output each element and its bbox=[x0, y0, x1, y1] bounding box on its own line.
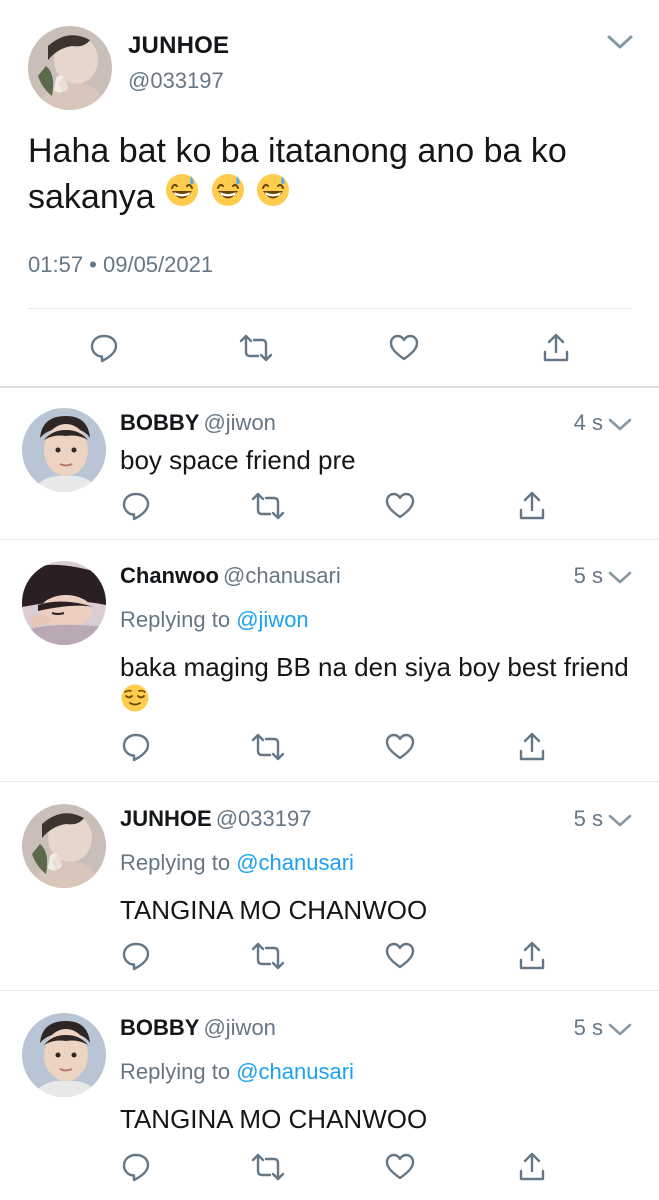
like-icon[interactable] bbox=[382, 1149, 418, 1185]
replying-to: Replying to @chanusari bbox=[120, 1059, 354, 1085]
share-icon[interactable] bbox=[514, 1149, 550, 1185]
reply-text: TANGINA MO CHANWOO bbox=[120, 1104, 428, 1134]
divider bbox=[28, 308, 631, 309]
reply-icon[interactable] bbox=[118, 729, 154, 765]
grinning-face-with-sweat-icon bbox=[255, 172, 291, 220]
chevron-down-icon[interactable] bbox=[604, 30, 636, 54]
tweet-actions bbox=[0, 322, 659, 376]
author-name[interactable]: JUNHOE bbox=[120, 806, 212, 831]
reply-tweet[interactable]: JUNHOE @033197 5 s Replying to @chanusari… bbox=[0, 782, 659, 991]
replying-label: Replying to bbox=[120, 607, 231, 632]
replying-to: Replying to @chanusari bbox=[120, 850, 354, 876]
reply-icon[interactable] bbox=[118, 938, 154, 974]
grinning-face-with-sweat-icon bbox=[210, 172, 246, 220]
relieved-face-icon bbox=[120, 683, 150, 722]
reply-tweet[interactable]: BOBBY @jiwon 5 s Replying to @chanusari T… bbox=[0, 991, 659, 1200]
author-name[interactable]: BOBBY bbox=[120, 410, 199, 435]
tweet-actions bbox=[0, 486, 659, 526]
divider bbox=[0, 539, 659, 540]
replying-label: Replying to bbox=[120, 850, 231, 875]
retweet-icon[interactable] bbox=[250, 729, 286, 765]
like-icon[interactable] bbox=[382, 938, 418, 974]
reply-icon[interactable] bbox=[118, 488, 154, 524]
retweet-icon[interactable] bbox=[250, 488, 286, 524]
reply-header: JUNHOE @033197 bbox=[120, 806, 311, 832]
tweet-actions bbox=[0, 727, 659, 767]
reply-text: baka maging BB na den siya boy best frie… bbox=[120, 649, 630, 725]
main-tweet: JUNHOE @033197 Haha bat ko ba itatanong … bbox=[0, 0, 659, 388]
reply-text: boy space friend pre bbox=[120, 445, 356, 475]
reply-time: 4 s bbox=[573, 410, 603, 435]
reply-time: 5 s bbox=[573, 806, 603, 831]
tweet-text-content: Haha bat ko ba itatanong ano ba ko sakan… bbox=[28, 132, 567, 216]
share-icon[interactable] bbox=[514, 729, 550, 765]
reply-icon[interactable] bbox=[86, 330, 122, 366]
reply-header: BOBBY @jiwon bbox=[120, 410, 276, 436]
chevron-down-icon[interactable] bbox=[606, 567, 634, 589]
author-handle[interactable]: @033197 bbox=[216, 806, 312, 831]
reply-time: 5 s bbox=[573, 1015, 603, 1040]
author-name[interactable]: BOBBY bbox=[120, 1015, 199, 1040]
chevron-down-icon[interactable] bbox=[606, 810, 634, 832]
grinning-face-with-sweat-icon bbox=[164, 172, 200, 220]
avatar[interactable] bbox=[22, 408, 106, 492]
chevron-down-icon[interactable] bbox=[606, 1019, 634, 1041]
author-handle[interactable]: @chanusari bbox=[223, 563, 341, 588]
chevron-down-icon[interactable] bbox=[606, 414, 634, 436]
avatar[interactable] bbox=[22, 804, 106, 888]
retweet-icon[interactable] bbox=[250, 938, 286, 974]
like-icon[interactable] bbox=[382, 488, 418, 524]
like-icon[interactable] bbox=[382, 729, 418, 765]
mention-link[interactable]: @jiwon bbox=[236, 607, 308, 632]
author-name[interactable]: Chanwoo bbox=[120, 563, 219, 588]
like-icon[interactable] bbox=[386, 330, 422, 366]
share-icon[interactable] bbox=[514, 938, 550, 974]
replying-to: Replying to @jiwon bbox=[120, 607, 309, 633]
avatar[interactable] bbox=[22, 561, 106, 645]
mention-link[interactable]: @chanusari bbox=[236, 1059, 354, 1084]
reply-text-content: baka maging BB na den siya boy best frie… bbox=[120, 652, 629, 682]
reply-tweet[interactable]: BOBBY @jiwon 4 s boy space friend pre bbox=[0, 388, 659, 540]
share-icon[interactable] bbox=[514, 488, 550, 524]
author-handle[interactable]: @jiwon bbox=[203, 410, 275, 435]
reply-text: TANGINA MO CHANWOO bbox=[120, 895, 428, 925]
avatar[interactable] bbox=[28, 26, 112, 110]
retweet-icon[interactable] bbox=[250, 1149, 286, 1185]
retweet-icon[interactable] bbox=[238, 330, 274, 366]
reply-header: BOBBY @jiwon bbox=[120, 1015, 276, 1041]
tweet-actions bbox=[0, 1147, 659, 1187]
replying-label: Replying to bbox=[120, 1059, 231, 1084]
reply-tweet[interactable]: Chanwoo @chanusari 5 s Replying to @jiwon… bbox=[0, 541, 659, 782]
share-icon[interactable] bbox=[538, 330, 574, 366]
reply-time: 5 s bbox=[573, 563, 603, 588]
tweet-text: Haha bat ko ba itatanong ano ba ko sakan… bbox=[28, 128, 628, 223]
reply-header: Chanwoo @chanusari bbox=[120, 563, 341, 589]
mention-link[interactable]: @chanusari bbox=[236, 850, 354, 875]
avatar[interactable] bbox=[22, 1013, 106, 1097]
tweet-actions bbox=[0, 936, 659, 976]
reply-icon[interactable] bbox=[118, 1149, 154, 1185]
author-name[interactable]: JUNHOE bbox=[128, 32, 229, 60]
author-handle[interactable]: @033197 bbox=[128, 68, 224, 94]
tweet-timestamp: 01:57 • 09/05/2021 bbox=[28, 252, 214, 277]
author-handle[interactable]: @jiwon bbox=[203, 1015, 275, 1040]
